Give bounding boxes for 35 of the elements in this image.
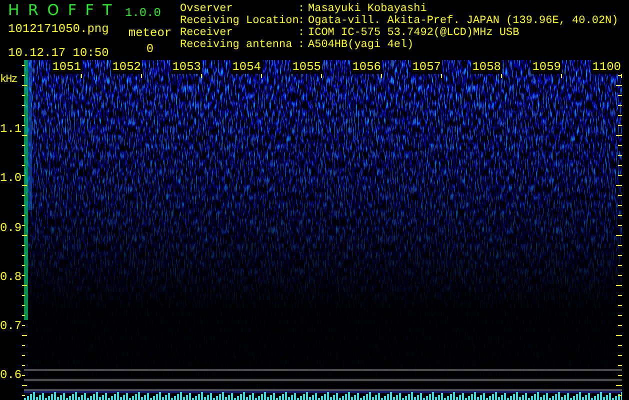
axis-label: 1058 <box>471 60 502 74</box>
info-label: Receiver <box>180 27 234 39</box>
info-value: Masayuki Kobayashi <box>308 3 428 15</box>
axis-label: 1.0 <box>0 170 22 188</box>
app-title: H R O F F T <box>8 3 115 20</box>
timestamp: 10.12.17 10:50 <box>8 46 110 60</box>
version-label: 1.0.0 <box>124 5 162 20</box>
separator: : <box>298 15 306 27</box>
info-label: Receiving Location <box>180 15 298 27</box>
info-value: ICOM IC-575 53.7492(@LCD)MHz USB <box>308 27 520 39</box>
info-label: Receiving antenna <box>180 39 294 51</box>
separator: : <box>298 27 306 39</box>
axis-label: 1051 <box>51 60 82 74</box>
axis-label: 0.9 <box>0 220 22 237</box>
meteor-label: meteor <box>128 26 172 41</box>
file-name: 1012171050.png <box>8 22 110 38</box>
axis-label: 1052 <box>111 60 142 74</box>
axis-label: 1100 <box>591 60 622 74</box>
axis-label: 1053 <box>171 60 202 74</box>
axis-label: 1.1 <box>0 121 22 138</box>
info-label: Ovserver <box>180 3 234 15</box>
separator: : <box>298 3 306 15</box>
separator: : <box>298 39 306 51</box>
axis-label: 0.6 <box>0 367 22 384</box>
axis-label: 1059 <box>531 60 562 74</box>
meteor-count: 0 <box>146 42 154 58</box>
axis-label: 1056 <box>351 60 382 74</box>
axis-label: 0.8 <box>0 268 22 286</box>
axis-label: 1055 <box>291 60 322 74</box>
info-value: A504HB(yagi 4el) <box>308 39 415 51</box>
info-value: Ogata-vill. Akita-Pref. JAPAN (139.96E, 40.02N) <box>308 15 618 27</box>
axis-label: 0.7 <box>0 318 22 336</box>
axis-label: 1054 <box>231 60 262 74</box>
axis-label: 1057 <box>411 60 442 74</box>
axis-unit: kHz <box>0 72 18 88</box>
